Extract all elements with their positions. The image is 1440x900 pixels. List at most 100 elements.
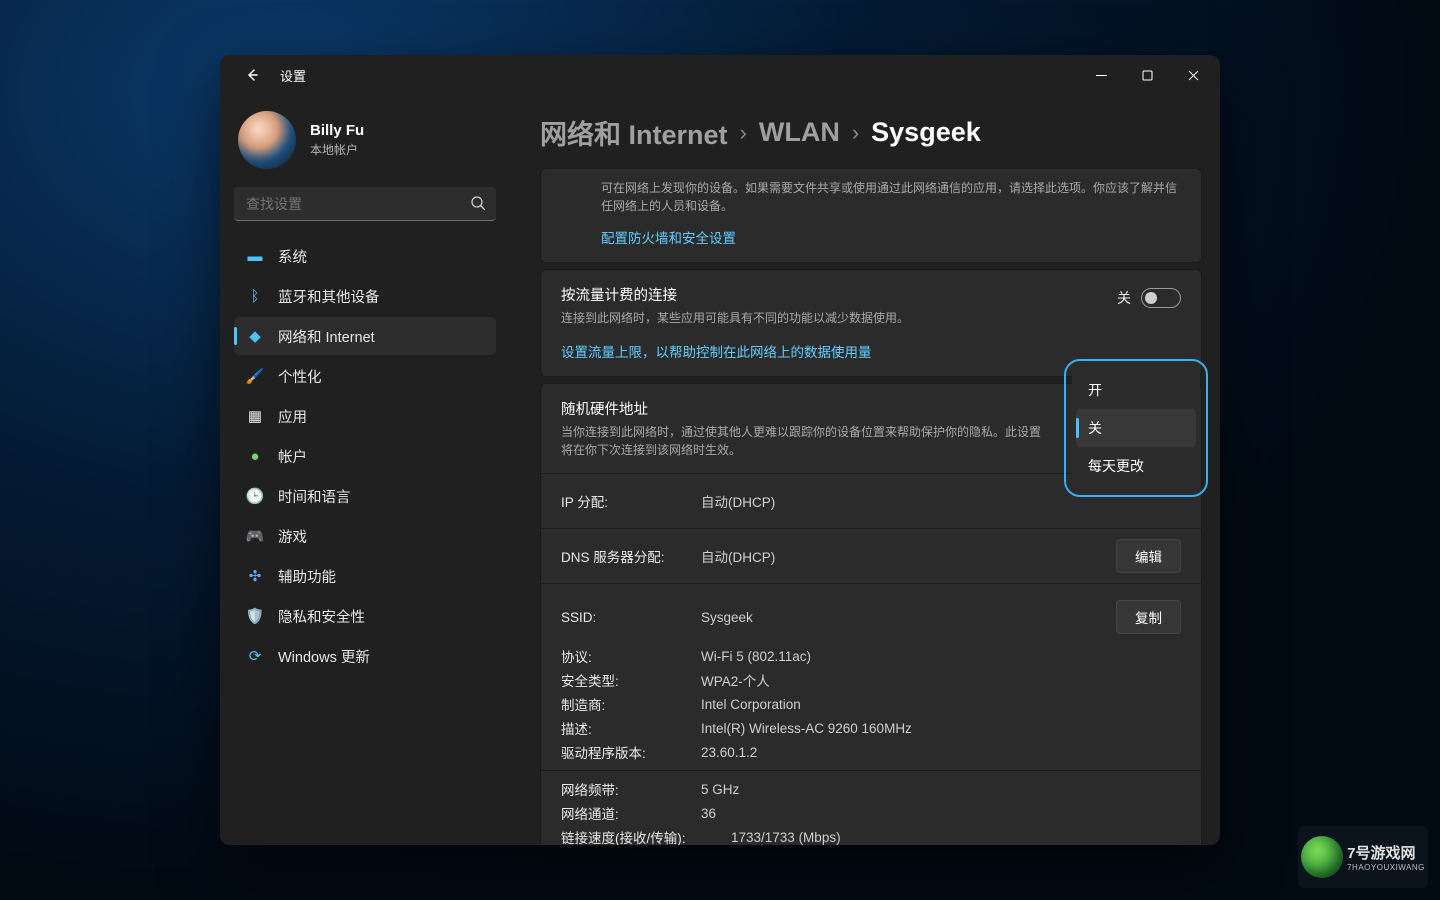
dropdown-option-off[interactable]: 关 [1076,409,1196,447]
back-button[interactable] [238,61,266,89]
sidebar-item-label: 网络和 Internet [278,326,375,347]
breadcrumb: 网络和 Internet › WLAN › Sysgeek [510,95,1220,162]
data-limit-link[interactable]: 设置流量上限，以帮助控制在此网络上的数据使用量 [561,341,872,361]
sidebar-item-update[interactable]: ⟳ Windows 更新 [234,637,496,675]
avatar [238,111,296,169]
manufacturer-row: 制造商: Intel Corporation [541,692,1201,716]
sidebar-item-label: 隐私和安全性 [278,606,365,627]
sidebar-item-label: 辅助功能 [278,566,336,587]
link-speed-row: 链接速度(接收/传输): 1733/1733 (Mbps) [541,825,1201,845]
shield-icon: 🛡️ [246,607,264,625]
dropdown-option-on[interactable]: 开 [1076,371,1196,409]
row-value: 1733/1733 (Mbps) [731,830,1181,845]
chevron-right-icon: › [740,120,747,146]
watermark-sub: 7HAOYOUXIWANG [1347,863,1425,872]
row-value: Sysgeek [701,610,1116,625]
sidebar-item-label: Windows 更新 [278,646,370,667]
profile-name: Billy Fu [310,122,364,139]
sidebar-item-label: 帐户 [278,446,307,467]
row-label: SSID: [561,610,701,625]
profile-subtitle: 本地帐户 [310,141,364,158]
sidebar-item-accessibility[interactable]: ✣辅助功能 [234,557,496,595]
search-input[interactable] [234,187,496,221]
copy-button[interactable]: 复制 [1116,600,1181,634]
edit-dns-button[interactable]: 编辑 [1116,539,1181,573]
sidebar-item-label: 个性化 [278,366,322,387]
random-mac-desc: 当你连接到此网络时，通过使其他人更难以跟踪你的设备位置来帮助保护你的隐私。此设置… [561,423,1051,459]
firewall-link[interactable]: 配置防火墙和安全设置 [601,227,736,247]
row-label: 网络通道: [561,803,701,823]
row-label: 描述: [561,718,701,738]
clock-icon: 🕒 [246,487,264,505]
sidebar-item-label: 应用 [278,406,307,427]
search-wrap [234,187,496,221]
profile[interactable]: Billy Fu 本地帐户 [228,105,502,187]
metered-desc: 连接到此网络时，某些应用可能具有不同的功能以减少数据使用。 [561,309,1097,327]
maximize-button[interactable] [1124,59,1170,91]
row-label: 驱动程序版本: [561,742,701,762]
breadcrumb-item-current: Sysgeek [871,117,981,148]
dns-assign-row: DNS 服务器分配: 自动(DHCP) 编辑 [541,528,1201,583]
sidebar-item-system[interactable]: ▬系统 [234,237,496,275]
metered-title: 按流量计费的连接 [561,284,1097,305]
row-label: 安全类型: [561,670,701,690]
random-mac-dropdown[interactable]: 开 关 每天更改 [1072,367,1200,489]
sidebar-item-label: 系统 [278,246,307,267]
discovery-card: 可在网络上发现你的设备。如果需要文件共享或使用通过此网络通信的应用，请选择此选项… [540,168,1202,263]
row-label: 协议: [561,646,701,666]
minimize-button[interactable] [1078,59,1124,91]
dropdown-option-daily[interactable]: 每天更改 [1076,447,1196,485]
breadcrumb-item[interactable]: 网络和 Internet [540,113,728,152]
sidebar-item-label: 游戏 [278,526,307,547]
main: 网络和 Internet › WLAN › Sysgeek 可在网络上发现你的设… [510,95,1220,845]
metered-card: 按流量计费的连接 连接到此网络时，某些应用可能具有不同的功能以减少数据使用。 设… [540,269,1202,377]
apps-icon: ▦ [246,407,264,425]
bluetooth-icon: ᛒ [246,287,264,305]
row-value: 5 GHz [701,782,1181,797]
metered-toggle[interactable] [1141,288,1181,308]
close-icon [1188,70,1199,81]
person-icon: ● [246,447,264,465]
row-value: Intel(R) Wireless-AC 9260 160MHz [701,721,1181,736]
sidebar-item-accounts[interactable]: ● 帐户 [234,437,496,475]
security-row: 安全类型: WPA2-个人 [541,668,1201,692]
brush-icon: 🖌️ [246,367,264,385]
sidebar-item-privacy[interactable]: 🛡️ 隐私和安全性 [234,597,496,635]
row-value: Wi-Fi 5 (802.11ac) [701,649,1181,664]
search-icon [470,195,486,211]
maximize-icon [1142,70,1153,81]
sidebar-item-personalize[interactable]: 🖌️ 个性化 [234,357,496,395]
watermark: 7号游戏网 7HAOYOUXIWANG [1298,826,1428,888]
row-value: 23.60.1.2 [701,745,1181,760]
band-row: 网络频带: 5 GHz [541,777,1201,801]
sidebar-item-bluetooth[interactable]: ᛒ蓝牙和其他设备 [234,277,496,315]
breadcrumb-item[interactable]: WLAN [759,117,840,148]
content: 可在网络上发现你的设备。如果需要文件共享或使用通过此网络通信的应用，请选择此选项… [510,162,1220,845]
row-value: Intel Corporation [701,697,1181,712]
nav: ▬系统 ᛒ蓝牙和其他设备 ◆网络和 Internet 🖌️ 个性化 ▦ 应用 ● 帐户… [228,237,502,675]
sidebar-item-time[interactable]: 🕒 时间和语言 [234,477,496,515]
window-title: 设置 [280,66,306,85]
discovery-desc: 可在网络上发现你的设备。如果需要文件共享或使用通过此网络通信的应用，请选择此选项… [601,179,1181,215]
random-mac-title: 随机硬件地址 [561,398,1051,419]
sidebar-item-network[interactable]: ◆网络和 Internet [234,317,496,355]
sidebar-item-apps[interactable]: ▦ 应用 [234,397,496,435]
globe-icon [1301,836,1343,878]
row-value: WPA2-个人 [701,670,1181,690]
gamepad-icon: 🎮 [246,527,264,545]
chevron-right-icon: › [852,120,859,146]
driver-row: 驱动程序版本: 23.60.1.2 [541,740,1201,764]
sidebar-item-label: 时间和语言 [278,486,351,507]
sync-icon: ⟳ [246,647,264,665]
ssid-row: SSID: Sysgeek 复制 [541,590,1201,644]
sidebar: Billy Fu 本地帐户 ▬系统 ᛒ蓝牙和其他设备 ◆网络和 Internet… [220,95,510,845]
arrow-left-icon [244,67,260,83]
row-value: 36 [701,806,1181,821]
settings-window: 设置 Billy Fu 本地帐户 [220,55,1220,845]
description-row: 描述: Intel(R) Wireless-AC 9260 160MHz [541,716,1201,740]
metered-toggle-state: 关 [1117,288,1131,308]
close-button[interactable] [1170,59,1216,91]
row-value: 自动(DHCP) [701,491,1116,511]
row-label: IP 分配: [561,491,701,511]
sidebar-item-gaming[interactable]: 🎮 游戏 [234,517,496,555]
